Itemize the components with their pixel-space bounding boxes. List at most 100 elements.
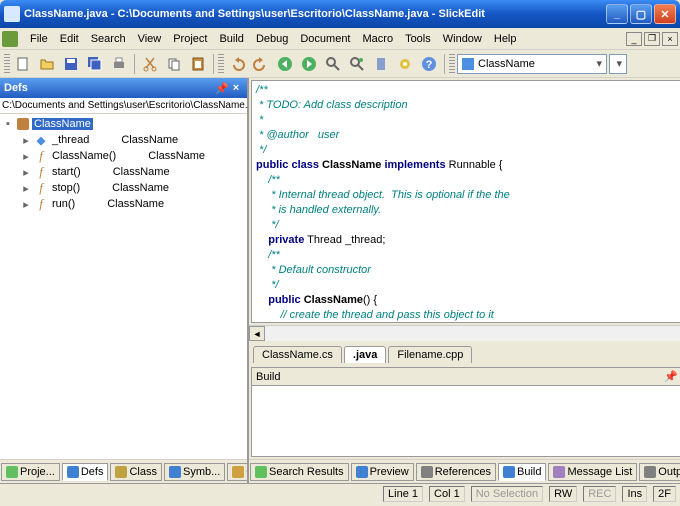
save-button[interactable] (60, 53, 82, 75)
toolbar-grip-2[interactable] (218, 54, 224, 74)
svg-text:?: ? (426, 59, 433, 71)
build-output[interactable] (252, 386, 680, 456)
expand-icon[interactable]: ▸ (20, 182, 32, 195)
tab-icon (644, 466, 656, 478)
toolbar-grip-3[interactable] (449, 54, 455, 74)
save-all-button[interactable] (84, 53, 106, 75)
bottom-tab-search-results[interactable]: Search Results (250, 463, 349, 481)
open-file-button[interactable] (36, 53, 58, 75)
file-tab[interactable]: .java (344, 346, 386, 363)
status-col: Col 1 (429, 486, 465, 502)
tree-root[interactable]: ▪ ClassName (2, 116, 245, 132)
build-pin-button[interactable]: 📌 (664, 370, 678, 383)
tab-label: Symb... (183, 466, 220, 478)
defs-panel: Defs 📌 × C:\Documents and Settings\user\… (0, 78, 249, 483)
class-combo[interactable]: ClassName ▾ (457, 54, 607, 74)
menu-macro[interactable]: Macro (357, 31, 400, 47)
bottom-tab-message-list[interactable]: Message List (548, 463, 637, 481)
horizontal-scrollbar[interactable]: ◄ ► (249, 325, 680, 341)
cube-icon (462, 58, 474, 70)
tree-member[interactable]: ▸◆_threadClassName (2, 132, 245, 148)
menu-search[interactable]: Search (85, 31, 132, 47)
minimize-button[interactable]: _ (606, 4, 628, 24)
scroll-left-button[interactable]: ◄ (249, 326, 265, 341)
tab-label: Open (246, 466, 247, 478)
left-tab-symb[interactable]: Symb... (164, 463, 225, 481)
redo-button[interactable] (250, 53, 272, 75)
left-bottom-tabs: Proje...DefsClass Symb... Open (0, 459, 247, 483)
bookmark-button[interactable] (370, 53, 392, 75)
menu-project[interactable]: Project (167, 31, 213, 47)
menu-view[interactable]: View (132, 31, 168, 47)
copy-button[interactable] (163, 53, 185, 75)
tab-label: Build (517, 466, 541, 478)
app-menu-icon[interactable] (2, 31, 18, 47)
member-name: start() (50, 166, 83, 178)
left-tab-open[interactable]: Open (227, 463, 247, 481)
collapse-icon[interactable]: ▪ (2, 118, 14, 130)
tree-member[interactable]: ▸fClassName()ClassName (2, 148, 245, 164)
tab-label: Preview (370, 466, 409, 478)
maximize-button[interactable]: ▢ (630, 4, 652, 24)
status-rec[interactable]: REC (583, 486, 616, 502)
left-tab-defs[interactable]: Defs (62, 463, 109, 481)
status-rw[interactable]: RW (549, 486, 577, 502)
editor-scroll[interactable]: /** * TODO: Add class description * * @a… (251, 80, 680, 323)
code-editor[interactable]: /** * TODO: Add class description * * @a… (252, 81, 680, 323)
tab-icon (255, 466, 267, 478)
config-button[interactable] (394, 53, 416, 75)
status-ins[interactable]: Ins (622, 486, 647, 502)
mdi-minimize-button[interactable]: _ (626, 32, 642, 46)
expand-icon[interactable]: ▸ (20, 198, 32, 211)
new-file-button[interactable] (12, 53, 34, 75)
print-button[interactable] (108, 53, 130, 75)
build-panel-title: Build (256, 371, 280, 383)
tab-label: Output (658, 466, 680, 478)
mdi-close-button[interactable]: × (662, 32, 678, 46)
help-button[interactable]: ? (418, 53, 440, 75)
bottom-tab-references[interactable]: References (416, 463, 496, 481)
menu-debug[interactable]: Debug (250, 31, 294, 47)
menu-build[interactable]: Build (213, 31, 249, 47)
window-title: ClassName.java - C:\Documents and Settin… (24, 8, 604, 20)
paste-button[interactable] (187, 53, 209, 75)
tab-icon (553, 466, 565, 478)
find-next-button[interactable] (346, 53, 368, 75)
tree-member[interactable]: ▸fstop()ClassName (2, 180, 245, 196)
expand-icon[interactable]: ▸ (20, 166, 32, 179)
cut-button[interactable] (139, 53, 161, 75)
bottom-tab-preview[interactable]: Preview (351, 463, 414, 481)
class-icon (17, 118, 29, 130)
forward-button[interactable] (298, 53, 320, 75)
bottom-tab-build[interactable]: Build (498, 463, 546, 481)
find-button[interactable] (322, 53, 344, 75)
bottom-tab-output[interactable]: Output (639, 463, 680, 481)
back-button[interactable] (274, 53, 296, 75)
expand-icon[interactable]: ▸ (20, 134, 32, 147)
menu-document[interactable]: Document (294, 31, 356, 47)
menu-edit[interactable]: Edit (54, 31, 85, 47)
menu-tools[interactable]: Tools (399, 31, 437, 47)
menu-file[interactable]: File (24, 31, 54, 47)
chevron-down-icon: ▾ (616, 57, 622, 70)
defs-tree[interactable]: ▪ ClassName ▸◆_threadClassName▸fClassNam… (0, 114, 247, 459)
pin-button[interactable]: 📌 (215, 82, 229, 95)
expand-icon[interactable]: ▸ (20, 150, 32, 163)
mdi-restore-button[interactable]: ❐ (644, 32, 660, 46)
defs-path: C:\Documents and Settings\user\Escritori… (0, 98, 247, 114)
file-tab[interactable]: ClassName.cs (253, 346, 342, 363)
field-icon: ◆ (37, 134, 45, 147)
left-tab-class[interactable]: Class (110, 463, 162, 481)
tree-member[interactable]: ▸frun()ClassName (2, 196, 245, 212)
panel-close-button[interactable]: × (229, 82, 243, 94)
close-button[interactable]: ✕ (654, 4, 676, 24)
tree-member[interactable]: ▸fstart()ClassName (2, 164, 245, 180)
member-name: run() (50, 198, 77, 210)
menu-help[interactable]: Help (488, 31, 523, 47)
left-tab-proje[interactable]: Proje... (1, 463, 60, 481)
secondary-combo[interactable]: ▾ (609, 54, 627, 74)
undo-button[interactable] (226, 53, 248, 75)
toolbar-grip[interactable] (4, 54, 10, 74)
file-tab[interactable]: Filename.cpp (388, 346, 472, 363)
menu-window[interactable]: Window (437, 31, 488, 47)
